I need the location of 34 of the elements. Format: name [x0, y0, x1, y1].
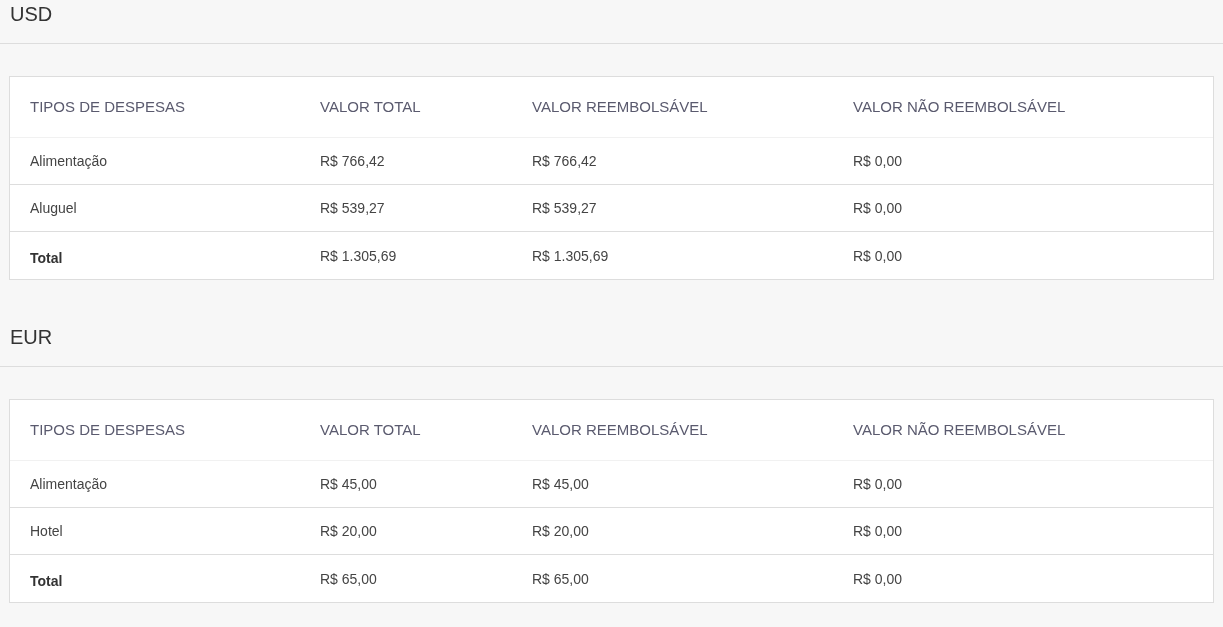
table-cell: Total — [30, 249, 63, 266]
table-cell: R$ 0,00 — [853, 200, 903, 216]
column-header: TIPOS DE DESPESAS — [30, 98, 186, 115]
table-cell: Alimentação — [30, 153, 108, 169]
column-header: VALOR REEMBOLSÁVEL — [532, 421, 708, 438]
table-cell: R$ 0,00 — [853, 523, 903, 539]
table-cell: R$ 45,00 — [532, 476, 589, 492]
table-cell: R$ 1.305,69 — [532, 247, 609, 264]
currency-heading: USD — [10, 2, 53, 27]
column-header: VALOR TOTAL — [320, 421, 421, 438]
column-header: VALOR TOTAL — [320, 98, 421, 115]
table-cell: R$ 45,00 — [320, 476, 377, 492]
table-cell: R$ 0,00 — [853, 570, 903, 587]
column-header: VALOR REEMBOLSÁVEL — [532, 98, 708, 115]
currency-heading: EUR — [10, 325, 53, 350]
column-header: VALOR NÃO REEMBOLSÁVEL — [853, 421, 1066, 438]
column-header: TIPOS DE DESPESAS — [30, 421, 186, 438]
table-cell: R$ 65,00 — [532, 570, 589, 587]
table-cell: R$ 0,00 — [853, 476, 903, 492]
table-cell: Total — [30, 572, 63, 589]
table-cell: R$ 766,42 — [532, 153, 597, 169]
column-header: VALOR NÃO REEMBOLSÁVEL — [853, 98, 1066, 115]
table-cell: R$ 766,42 — [320, 153, 385, 169]
table-cell: Aluguel — [30, 200, 77, 216]
table-cell: R$ 539,27 — [320, 200, 385, 216]
table-cell: R$ 20,00 — [320, 523, 377, 539]
table-cell: Alimentação — [30, 476, 108, 492]
table-cell: R$ 65,00 — [320, 570, 377, 587]
table-cell: R$ 20,00 — [532, 523, 589, 539]
table-cell: R$ 0,00 — [853, 153, 903, 169]
table-cell: R$ 0,00 — [853, 247, 903, 264]
table-cell: R$ 539,27 — [532, 200, 597, 216]
table-cell: Hotel — [30, 523, 63, 539]
table-cell: R$ 1.305,69 — [320, 247, 397, 264]
